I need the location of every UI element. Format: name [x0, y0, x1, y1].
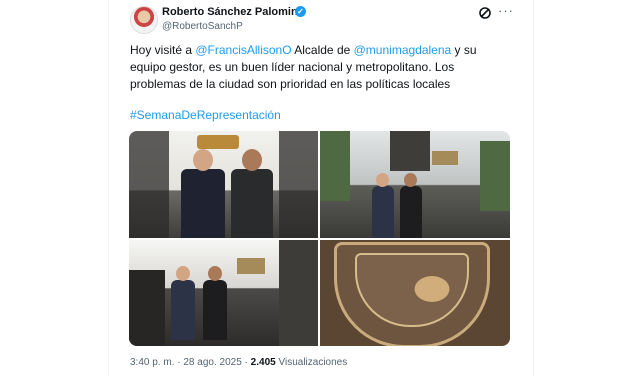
author-handle[interactable]: @RobertoSanchP — [162, 21, 243, 32]
hashtag-link[interactable]: #SemanaDeRepresentación — [130, 108, 281, 122]
views-count: 2.405 — [250, 357, 276, 368]
views-label: Visualizaciones — [278, 357, 348, 368]
avatar[interactable] — [130, 6, 158, 34]
photo-2[interactable] — [320, 131, 510, 238]
tweet-footer: 3:40 p. m. · 28 ago. 2025 · 2.405 Visual… — [130, 357, 347, 368]
media-grid — [129, 131, 510, 346]
tweet-text: Hoy visité a @FrancisAllisonO Alcalde de… — [130, 42, 510, 93]
verified-badge-icon: ✓ — [295, 6, 306, 17]
seal-image — [334, 242, 490, 346]
photo-3[interactable] — [129, 240, 318, 346]
photo-4[interactable] — [320, 240, 510, 346]
tweet-date[interactable]: 28 ago. 2025 — [183, 357, 241, 368]
more-options-icon[interactable]: ··· — [498, 3, 514, 18]
mention-link[interactable]: @munimagdalena — [354, 43, 452, 57]
tweet-text-intro: Hoy visité a — [130, 43, 196, 57]
tweet-time[interactable]: 3:40 p. m. — [130, 357, 174, 368]
mention-link[interactable]: @FrancisAllisonO — [195, 43, 291, 57]
photo-1[interactable] — [129, 131, 318, 238]
author-name[interactable]: Roberto Sánchez Palomino — [162, 6, 304, 18]
tweet-text-middle: Alcalde de — [291, 43, 354, 57]
footer-separator: · — [244, 357, 248, 368]
footer-separator: · — [177, 357, 181, 368]
grok-icon[interactable] — [478, 6, 492, 20]
